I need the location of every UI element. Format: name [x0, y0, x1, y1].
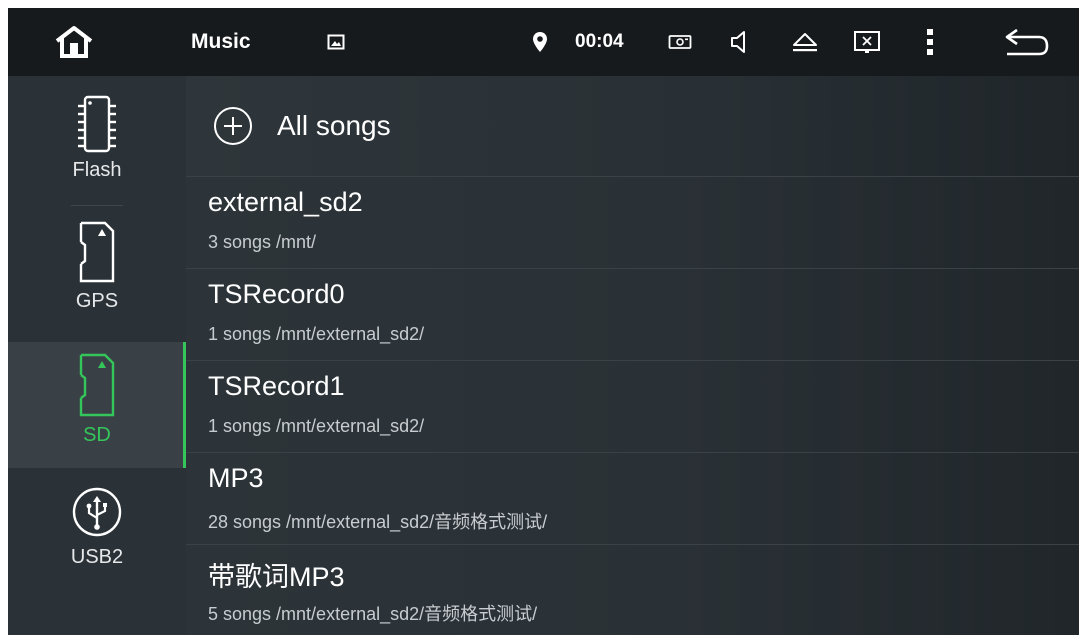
flash-chip-icon [75, 94, 119, 156]
source-gps-label: GPS [75, 290, 119, 312]
folder-title: 带歌词MP3 [208, 562, 345, 592]
source-usb2[interactable]: USB2 [8, 476, 186, 606]
source-flash-label: Flash [72, 159, 122, 181]
folder-subtitle: 5 songs /mnt/external_sd2/音频格式测试/ [208, 604, 538, 624]
more-options-icon[interactable] [918, 8, 942, 76]
source-sd-label: SD [83, 424, 111, 446]
all-songs-row[interactable]: All songs [186, 76, 1079, 176]
home-icon[interactable] [46, 8, 102, 76]
back-icon[interactable] [1000, 8, 1054, 76]
folder-title: TSRecord0 [208, 279, 345, 309]
folder-row[interactable]: MP3 28 songs /mnt/external_sd2/音频格式测试/ [186, 452, 1079, 544]
source-sidebar: Flash GPS SD USB2 [8, 76, 186, 635]
sd-card-icon [75, 220, 119, 284]
folder-title: external_sd2 [208, 187, 363, 217]
folder-title: TSRecord1 [208, 371, 345, 401]
source-flash[interactable]: Flash [8, 76, 186, 201]
source-gps[interactable]: GPS [8, 206, 186, 336]
close-screen-icon[interactable] [850, 8, 884, 76]
image-icon[interactable] [324, 8, 348, 76]
folder-subtitle: 28 songs /mnt/external_sd2/音频格式测试/ [208, 512, 548, 532]
folder-row[interactable]: 带歌词MP3 5 songs /mnt/external_sd2/音频格式测试/ [186, 544, 1079, 635]
folder-row[interactable]: TSRecord1 1 songs /mnt/external_sd2/ [186, 360, 1079, 452]
folder-subtitle: 1 songs /mnt/external_sd2/ [208, 416, 425, 436]
app-title: Music [191, 30, 251, 53]
location-pin-icon [528, 8, 552, 76]
folder-row[interactable]: TSRecord0 1 songs /mnt/external_sd2/ [186, 268, 1079, 360]
folder-row[interactable]: external_sd2 3 songs /mnt/ [186, 176, 1079, 268]
add-circle-icon [213, 106, 253, 146]
screen: Music 00:04 Flash GPS SD USB2 All songs … [8, 8, 1079, 635]
folder-subtitle: 1 songs /mnt/external_sd2/ [208, 324, 425, 344]
sd-card-icon [75, 352, 119, 418]
folder-title: MP3 [208, 463, 264, 493]
clock: 00:04 [575, 31, 624, 52]
usb-icon [71, 486, 123, 538]
folder-list: All songs external_sd2 3 songs /mnt/ TSR… [186, 76, 1079, 635]
folder-subtitle: 3 songs /mnt/ [208, 232, 317, 252]
eject-icon[interactable] [788, 8, 822, 76]
screen-capture-icon[interactable] [665, 8, 695, 76]
all-songs-label: All songs [277, 110, 391, 141]
source-sd[interactable]: SD [8, 342, 186, 468]
source-usb2-label: USB2 [70, 546, 124, 568]
volume-icon[interactable] [726, 8, 754, 76]
status-bar: Music 00:04 [8, 8, 1079, 76]
